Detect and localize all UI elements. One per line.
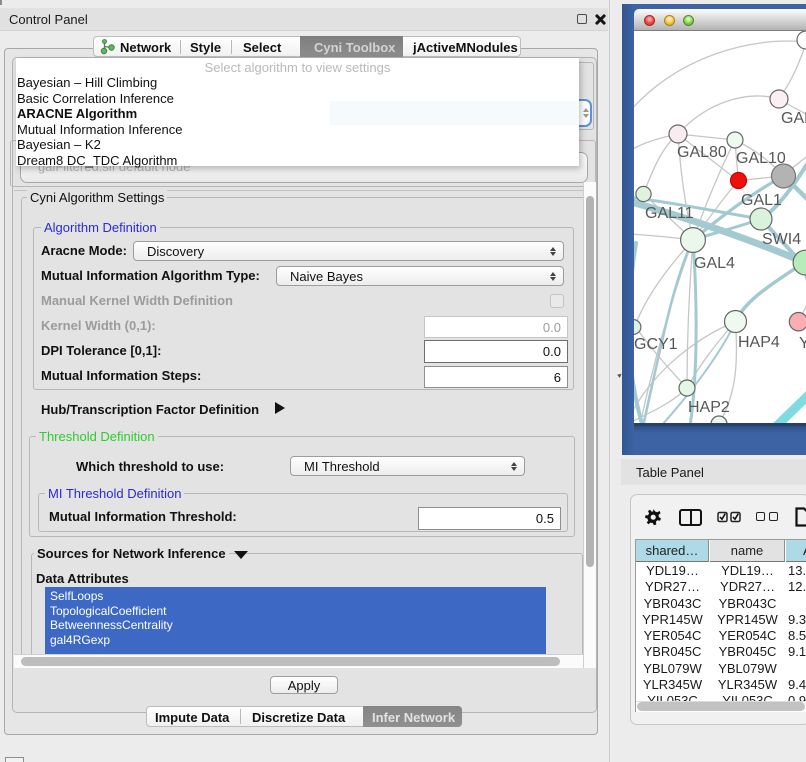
- svg-text:Y: Y: [799, 335, 806, 352]
- svg-text:HAP4: HAP4: [738, 334, 780, 351]
- svg-text:GAL7: GAL7: [781, 110, 806, 127]
- svg-text:GAL10: GAL10: [736, 150, 786, 167]
- svg-text:GCY1: GCY1: [634, 336, 678, 353]
- svg-text:HAP2: HAP2: [688, 399, 730, 416]
- svg-text:SWI4: SWI4: [762, 231, 801, 248]
- svg-text:GAL1: GAL1: [741, 192, 782, 209]
- svg-text:GAL80: GAL80: [677, 144, 727, 161]
- svg-text:GAL11: GAL11: [645, 205, 694, 222]
- svg-text:GAL4: GAL4: [694, 255, 735, 272]
